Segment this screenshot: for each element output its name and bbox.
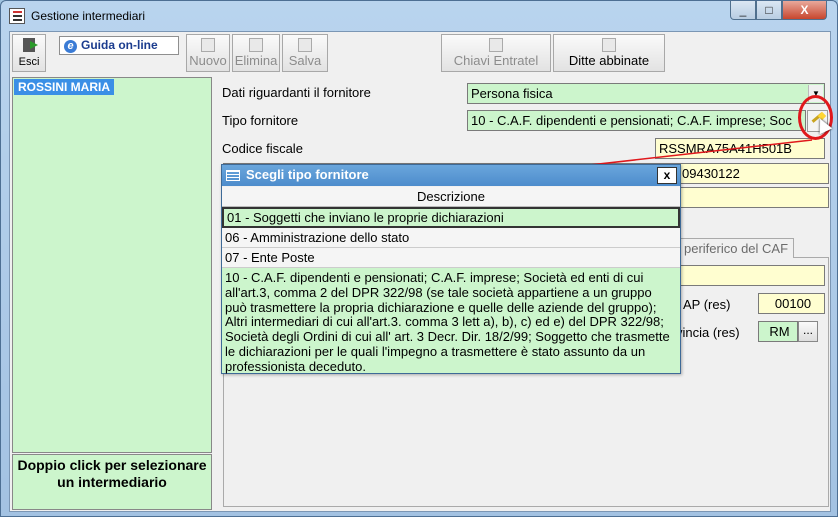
list-item[interactable]: 07 - Ente Poste <box>222 248 680 268</box>
list-item[interactable]: 06 - Amministrazione dello stato <box>222 228 680 248</box>
scegli-tipo-fornitore-dialog: Scegli tipo fornitore x Descrizione 01 -… <box>221 164 681 374</box>
list-icon <box>226 170 240 181</box>
dialog-title: Scegli tipo fornitore <box>246 167 369 182</box>
descrizione-column-header[interactable]: Descrizione <box>222 187 680 207</box>
list-item[interactable]: 01 - Soggetti che inviano le proprie dic… <box>222 207 680 228</box>
list-item[interactable]: 10 - C.A.F. dipendenti e pensionati; C.A… <box>222 268 680 374</box>
dialog-close-button[interactable]: x <box>657 167 677 184</box>
dialog-title-bar[interactable]: Scegli tipo fornitore x <box>222 165 680 186</box>
